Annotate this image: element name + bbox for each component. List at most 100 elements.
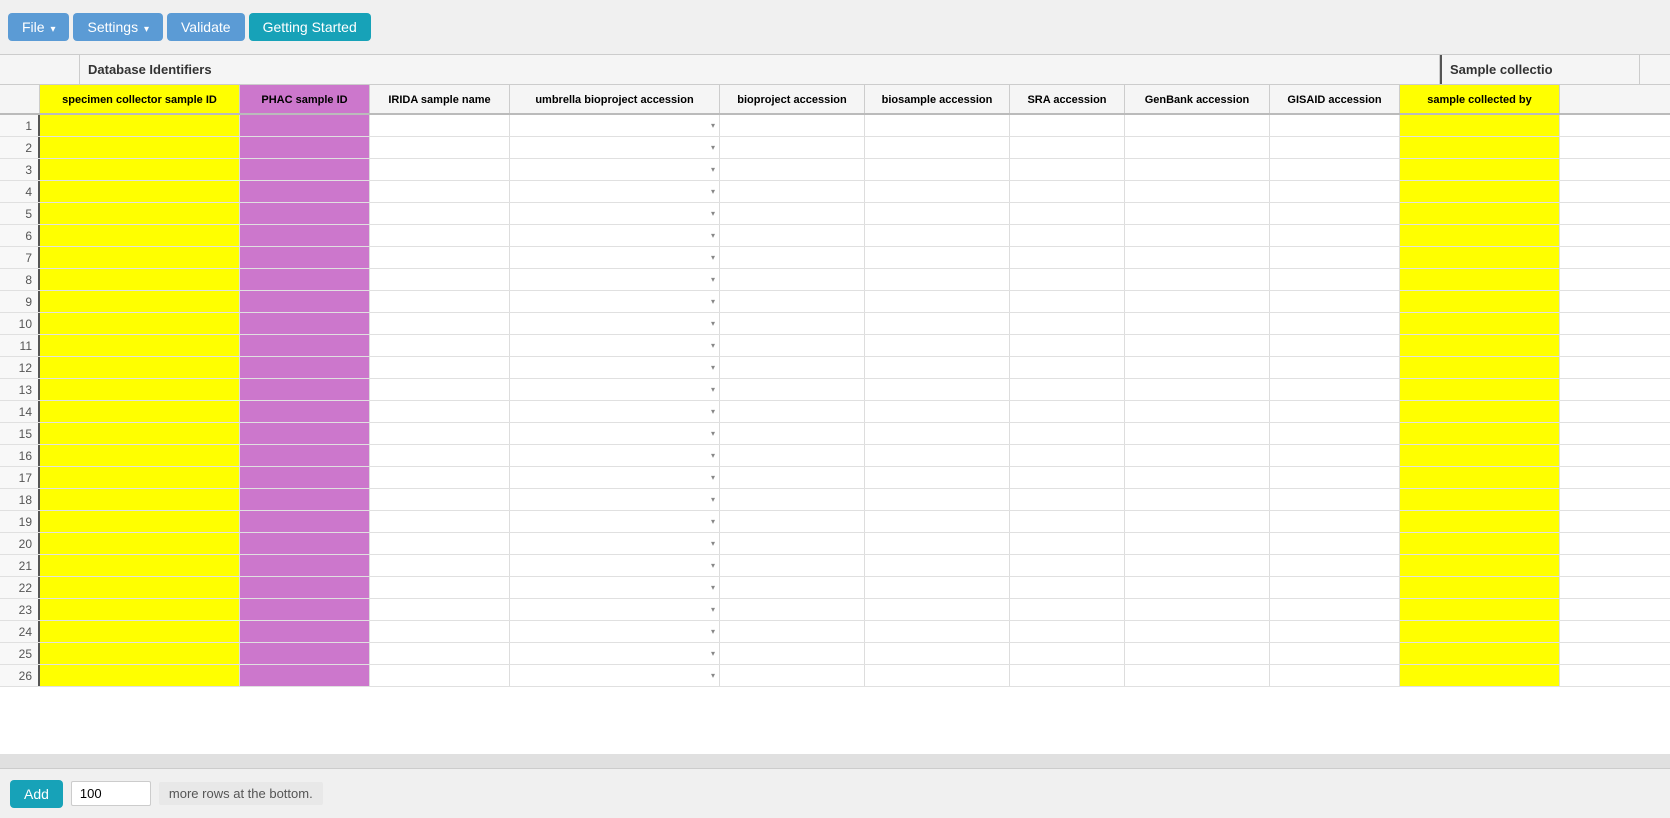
cell-biosample[interactable] — [865, 137, 1010, 158]
cell-sra[interactable] — [1010, 379, 1125, 400]
cell-irida[interactable] — [370, 291, 510, 312]
cell-specimen[interactable] — [40, 247, 240, 268]
add-button[interactable]: Add — [10, 780, 63, 808]
cell-irida[interactable] — [370, 599, 510, 620]
cell-sra[interactable] — [1010, 533, 1125, 554]
cell-umbrella[interactable]: ▾ — [510, 291, 720, 312]
cell-gisaid[interactable] — [1270, 159, 1400, 180]
cell-sra[interactable] — [1010, 467, 1125, 488]
table-row[interactable]: 15▾ — [0, 423, 1670, 445]
cell-irida[interactable] — [370, 423, 510, 444]
cell-sample_collected[interactable] — [1400, 115, 1560, 136]
cell-specimen[interactable] — [40, 555, 240, 576]
cell-gisaid[interactable] — [1270, 225, 1400, 246]
cell-sra[interactable] — [1010, 203, 1125, 224]
cell-gisaid[interactable] — [1270, 511, 1400, 532]
cell-umbrella[interactable]: ▾ — [510, 159, 720, 180]
cell-irida[interactable] — [370, 313, 510, 334]
cell-biosample[interactable] — [865, 555, 1010, 576]
validate-button[interactable]: Validate — [167, 13, 245, 41]
cell-phac[interactable] — [240, 533, 370, 554]
cell-sample_collected[interactable] — [1400, 313, 1560, 334]
cell-sra[interactable] — [1010, 269, 1125, 290]
cell-biosample[interactable] — [865, 203, 1010, 224]
table-row[interactable]: 10▾ — [0, 313, 1670, 335]
cell-phac[interactable] — [240, 379, 370, 400]
cell-biosample[interactable] — [865, 423, 1010, 444]
cell-phac[interactable] — [240, 225, 370, 246]
cell-genbank[interactable] — [1125, 159, 1270, 180]
cell-bioproject[interactable] — [720, 511, 865, 532]
cell-sra[interactable] — [1010, 159, 1125, 180]
cell-bioproject[interactable] — [720, 335, 865, 356]
cell-umbrella[interactable]: ▾ — [510, 247, 720, 268]
cell-genbank[interactable] — [1125, 137, 1270, 158]
cell-sample_collected[interactable] — [1400, 269, 1560, 290]
cell-gisaid[interactable] — [1270, 203, 1400, 224]
cell-gisaid[interactable] — [1270, 269, 1400, 290]
cell-biosample[interactable] — [865, 577, 1010, 598]
cell-phac[interactable] — [240, 137, 370, 158]
cell-umbrella[interactable]: ▾ — [510, 577, 720, 598]
cell-irida[interactable] — [370, 181, 510, 202]
cell-bioproject[interactable] — [720, 423, 865, 444]
cell-sra[interactable] — [1010, 291, 1125, 312]
cell-specimen[interactable] — [40, 401, 240, 422]
cell-biosample[interactable] — [865, 181, 1010, 202]
table-row[interactable]: 24▾ — [0, 621, 1670, 643]
cell-phac[interactable] — [240, 357, 370, 378]
table-row[interactable]: 8▾ — [0, 269, 1670, 291]
cell-sample_collected[interactable] — [1400, 203, 1560, 224]
cell-sra[interactable] — [1010, 665, 1125, 686]
cell-phac[interactable] — [240, 335, 370, 356]
cell-phac[interactable] — [240, 291, 370, 312]
cell-umbrella[interactable]: ▾ — [510, 313, 720, 334]
table-row[interactable]: 20▾ — [0, 533, 1670, 555]
cell-sra[interactable] — [1010, 335, 1125, 356]
cell-irida[interactable] — [370, 467, 510, 488]
cell-gisaid[interactable] — [1270, 643, 1400, 664]
cell-bioproject[interactable] — [720, 357, 865, 378]
cell-biosample[interactable] — [865, 115, 1010, 136]
cell-umbrella[interactable]: ▾ — [510, 445, 720, 466]
cell-biosample[interactable] — [865, 511, 1010, 532]
cell-gisaid[interactable] — [1270, 313, 1400, 334]
cell-biosample[interactable] — [865, 467, 1010, 488]
table-row[interactable]: 16▾ — [0, 445, 1670, 467]
cell-bioproject[interactable] — [720, 489, 865, 510]
cell-sra[interactable] — [1010, 489, 1125, 510]
cell-gisaid[interactable] — [1270, 555, 1400, 576]
cell-gisaid[interactable] — [1270, 379, 1400, 400]
cell-genbank[interactable] — [1125, 313, 1270, 334]
cell-phac[interactable] — [240, 181, 370, 202]
cell-umbrella[interactable]: ▾ — [510, 357, 720, 378]
cell-sample_collected[interactable] — [1400, 247, 1560, 268]
cell-gisaid[interactable] — [1270, 577, 1400, 598]
cell-umbrella[interactable]: ▾ — [510, 269, 720, 290]
rows-count-input[interactable] — [71, 781, 151, 806]
cell-sra[interactable] — [1010, 599, 1125, 620]
cell-sample_collected[interactable] — [1400, 511, 1560, 532]
cell-bioproject[interactable] — [720, 159, 865, 180]
cell-bioproject[interactable] — [720, 225, 865, 246]
cell-specimen[interactable] — [40, 423, 240, 444]
cell-phac[interactable] — [240, 489, 370, 510]
cell-genbank[interactable] — [1125, 643, 1270, 664]
cell-specimen[interactable] — [40, 269, 240, 290]
cell-gisaid[interactable] — [1270, 357, 1400, 378]
cell-phac[interactable] — [240, 555, 370, 576]
cell-gisaid[interactable] — [1270, 467, 1400, 488]
cell-specimen[interactable] — [40, 621, 240, 642]
cell-phac[interactable] — [240, 159, 370, 180]
cell-umbrella[interactable]: ▾ — [510, 665, 720, 686]
cell-genbank[interactable] — [1125, 335, 1270, 356]
cell-biosample[interactable] — [865, 401, 1010, 422]
cell-umbrella[interactable]: ▾ — [510, 467, 720, 488]
cell-umbrella[interactable]: ▾ — [510, 555, 720, 576]
cell-sample_collected[interactable] — [1400, 357, 1560, 378]
cell-irida[interactable] — [370, 115, 510, 136]
cell-gisaid[interactable] — [1270, 423, 1400, 444]
cell-biosample[interactable] — [865, 533, 1010, 554]
cell-bioproject[interactable] — [720, 291, 865, 312]
cell-bioproject[interactable] — [720, 379, 865, 400]
